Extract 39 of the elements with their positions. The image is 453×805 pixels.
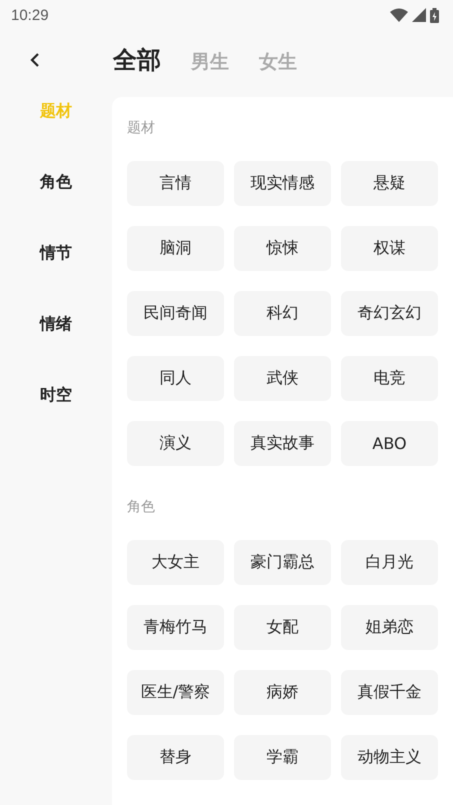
tag-button[interactable]: 学霸 (234, 735, 331, 780)
tag-button[interactable]: 言情 (127, 161, 224, 206)
tag-button[interactable]: 白月光 (341, 540, 438, 585)
tag-button[interactable]: 同人 (127, 356, 224, 401)
tag-button[interactable]: 悬疑 (341, 161, 438, 206)
tag-button[interactable]: 科幻 (234, 291, 331, 336)
category-tab[interactable]: 全部 (113, 44, 161, 76)
tag-button[interactable]: 演义 (127, 421, 224, 466)
sidebar-item[interactable]: 情节 (40, 242, 72, 265)
tag-button[interactable]: 电竞 (341, 356, 438, 401)
wifi-icon (390, 8, 408, 22)
tag-button[interactable]: 权谋 (341, 226, 438, 271)
tag-button[interactable]: 豪门霸总 (234, 540, 331, 585)
tag-button[interactable]: 姐弟恋 (341, 605, 438, 650)
tag-button[interactable]: 武侠 (234, 356, 331, 401)
tag-button[interactable]: 奇幻玄幻 (341, 291, 438, 336)
tag-button[interactable]: 真假千金 (341, 670, 438, 715)
battery-icon (430, 8, 439, 22)
tag-button[interactable]: 真实故事 (234, 421, 331, 466)
tag-button[interactable]: ABO (341, 421, 438, 466)
tag-button[interactable]: 女配 (234, 605, 331, 650)
tag-button[interactable]: 脑洞 (127, 226, 224, 271)
signal-icon (412, 8, 426, 22)
tag-button[interactable]: 青梅竹马 (127, 605, 224, 650)
sidebar-item[interactable]: 角色 (40, 171, 72, 194)
tag-button[interactable]: 民间奇闻 (127, 291, 224, 336)
tag-button[interactable]: 替身 (127, 735, 224, 780)
tag-button[interactable]: 大女主 (127, 540, 224, 585)
tag-button[interactable]: 现实情感 (234, 161, 331, 206)
sidebar-item[interactable]: 情绪 (40, 313, 72, 336)
sidebar-item[interactable]: 时空 (40, 384, 72, 407)
back-icon (30, 52, 40, 68)
tag-button[interactable]: 惊悚 (234, 226, 331, 271)
status-time: 10:29 (11, 6, 49, 24)
tag-button[interactable]: 医生/警察 (127, 670, 224, 715)
section-title: 题材 (127, 119, 156, 137)
tag-button[interactable]: 动物主义 (341, 735, 438, 780)
tag-button[interactable]: 病娇 (234, 670, 331, 715)
section-title: 角色 (127, 498, 156, 516)
